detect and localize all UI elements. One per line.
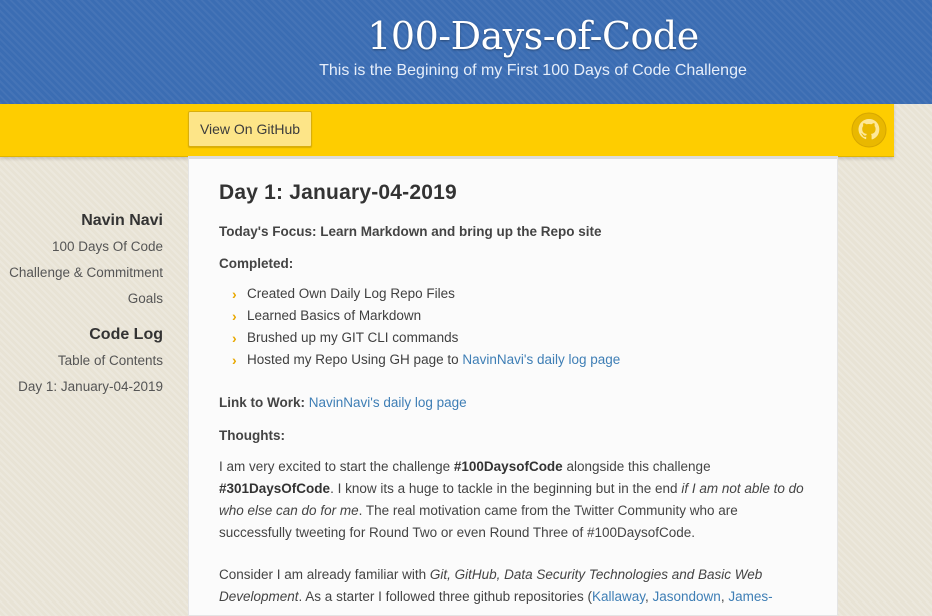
list-item: › Hosted my Repo Using GH page to NavinNa… <box>232 349 620 371</box>
sidebar-item-100-days[interactable]: 100 Days Of Code <box>52 239 163 254</box>
sidebar-code-log[interactable]: Code Log <box>89 326 163 344</box>
view-on-github-button[interactable]: View On GitHub <box>188 111 312 147</box>
thoughts-label: Thoughts: <box>219 428 285 443</box>
site-title[interactable]: 100-Days-of-Code <box>0 14 932 58</box>
sidebar-item-day1[interactable]: Day 1: January-04-2019 <box>18 379 163 394</box>
list-item: › Learned Basics of Markdown <box>232 305 620 327</box>
page-title: Day 1: January-04-2019 <box>219 181 457 204</box>
chevron-right-icon: › <box>232 286 237 302</box>
focus-line: Today's Focus: Learn Markdown and bring … <box>219 224 602 239</box>
main-content: Day 1: January-04-2019 Today's Focus: Le… <box>188 156 838 616</box>
octocat-icon[interactable] <box>851 112 887 148</box>
chevron-right-icon: › <box>232 308 237 324</box>
github-banner <box>0 104 894 157</box>
site-tagline: This is the Begining of my First 100 Day… <box>319 62 747 79</box>
sidebar-item-goals[interactable]: Goals <box>128 291 163 306</box>
completed-list: › Created Own Daily Log Repo Files › Learn… <box>232 283 620 371</box>
hashtag-100days: #100DaysofCode <box>453 459 563 474</box>
focus-text: Learn Markdown and bring up the Repo sit… <box>320 224 602 239</box>
hashtag-301days: #301DaysOfCode <box>219 481 331 496</box>
list-item: › Created Own Daily Log Repo Files <box>232 283 620 305</box>
chevron-right-icon: › <box>232 352 237 368</box>
thoughts-paragraph-2: Consider I am already familiar with Git,… <box>219 567 773 604</box>
link-to-work-label: Link to Work: <box>219 395 305 410</box>
list-item: › Brushed up my GIT CLI commands <box>232 327 620 349</box>
thoughts-paragraph-1: I am very excited to start the challenge… <box>219 459 804 540</box>
link-to-work-link[interactable]: NavinNavi's daily log page <box>309 395 467 410</box>
completed-label: Completed: <box>219 256 294 271</box>
focus-label: Today's Focus: <box>219 224 317 239</box>
sidebar-item-challenge[interactable]: Challenge & Commitment <box>9 265 163 280</box>
daily-log-link[interactable]: NavinNavi's daily log page <box>462 352 620 367</box>
sidebar-item-toc[interactable]: Table of Contents <box>58 353 163 368</box>
link-to-work-line: Link to Work: NavinNavi's daily log page <box>219 395 467 410</box>
sidebar-author[interactable]: Navin Navi <box>81 212 163 230</box>
site-header: 100-Days-of-Code This is the Begining of… <box>0 0 932 104</box>
chevron-right-icon: › <box>232 330 237 346</box>
